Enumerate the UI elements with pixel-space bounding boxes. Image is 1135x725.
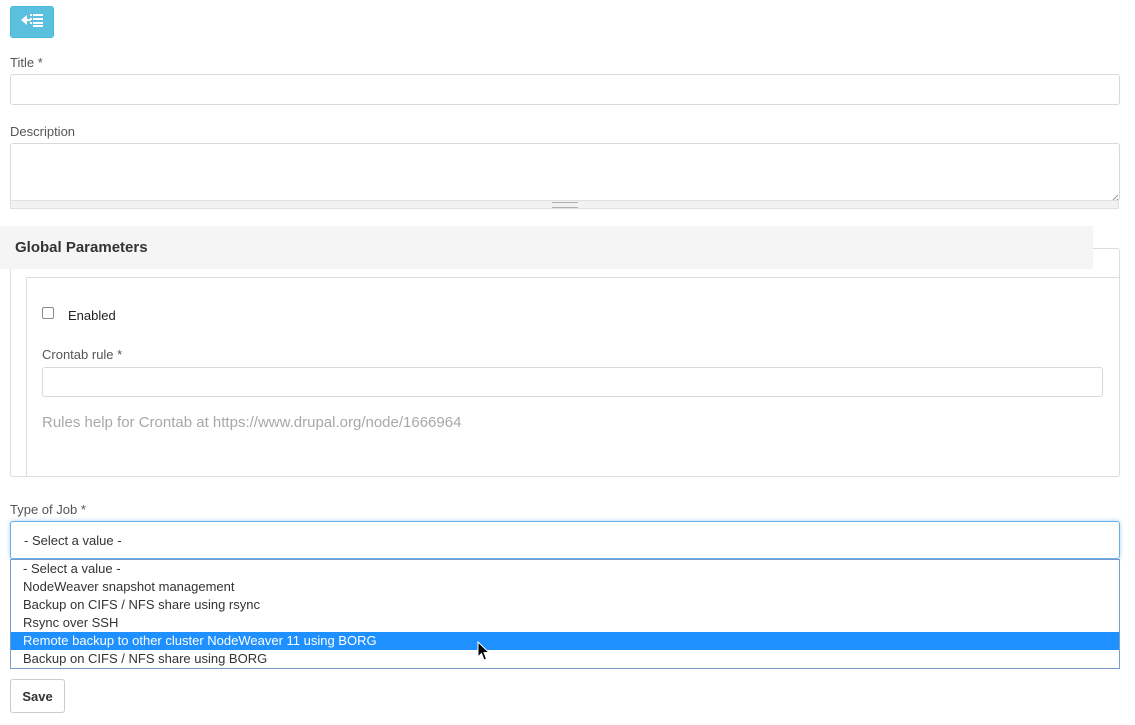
type-of-job-dropdown-list: - Select a value - NodeWeaver snapshot m… <box>10 559 1120 669</box>
enabled-checkbox[interactable] <box>42 307 54 319</box>
crontab-rule-label: Crontab rule * <box>42 347 122 362</box>
dropdown-option[interactable]: NodeWeaver snapshot management <box>11 578 1119 596</box>
textarea-grippie[interactable] <box>10 200 1119 209</box>
mouse-pointer-icon <box>477 640 491 667</box>
title-label: Title * <box>10 55 43 70</box>
crontab-help-text: Rules help for Crontab at https://www.dr… <box>42 414 462 431</box>
description-textarea[interactable] <box>10 143 1120 203</box>
dropdown-option[interactable]: - Select a value - <box>11 560 1119 578</box>
dropdown-option[interactable]: Backup on CIFS / NFS share using BORG <box>11 650 1119 668</box>
enabled-label[interactable]: Enabled <box>68 308 116 323</box>
dropdown-option-highlighted[interactable]: Remote backup to other cluster NodeWeave… <box>11 632 1119 650</box>
type-of-job-label-text: Type of Job <box>10 502 78 517</box>
title-input[interactable] <box>10 74 1120 105</box>
list-back-icon <box>21 13 43 32</box>
type-of-job-select[interactable]: - Select a value - <box>10 521 1120 559</box>
title-label-text: Title <box>10 55 35 70</box>
description-label: Description <box>10 124 76 139</box>
global-parameters-heading[interactable]: Global Parameters <box>0 226 1093 269</box>
crontab-rule-input[interactable] <box>42 367 1103 397</box>
back-to-list-button[interactable] <box>10 6 54 38</box>
required-marker: * <box>37 55 43 70</box>
required-marker: * <box>117 347 123 362</box>
dropdown-option[interactable]: Rsync over SSH <box>11 614 1119 632</box>
grip-lines-icon <box>551 201 578 208</box>
type-of-job-label: Type of Job * <box>10 502 86 517</box>
dropdown-option[interactable]: Backup on CIFS / NFS share using rsync <box>11 596 1119 614</box>
node-add-form-page: Title * Description Global Parameters En… <box>0 0 1135 725</box>
save-button[interactable]: Save <box>10 679 65 713</box>
required-marker: * <box>80 502 86 517</box>
resize-handle-icon[interactable] <box>1109 190 1119 203</box>
crontab-rule-label-text: Crontab rule <box>42 347 114 362</box>
